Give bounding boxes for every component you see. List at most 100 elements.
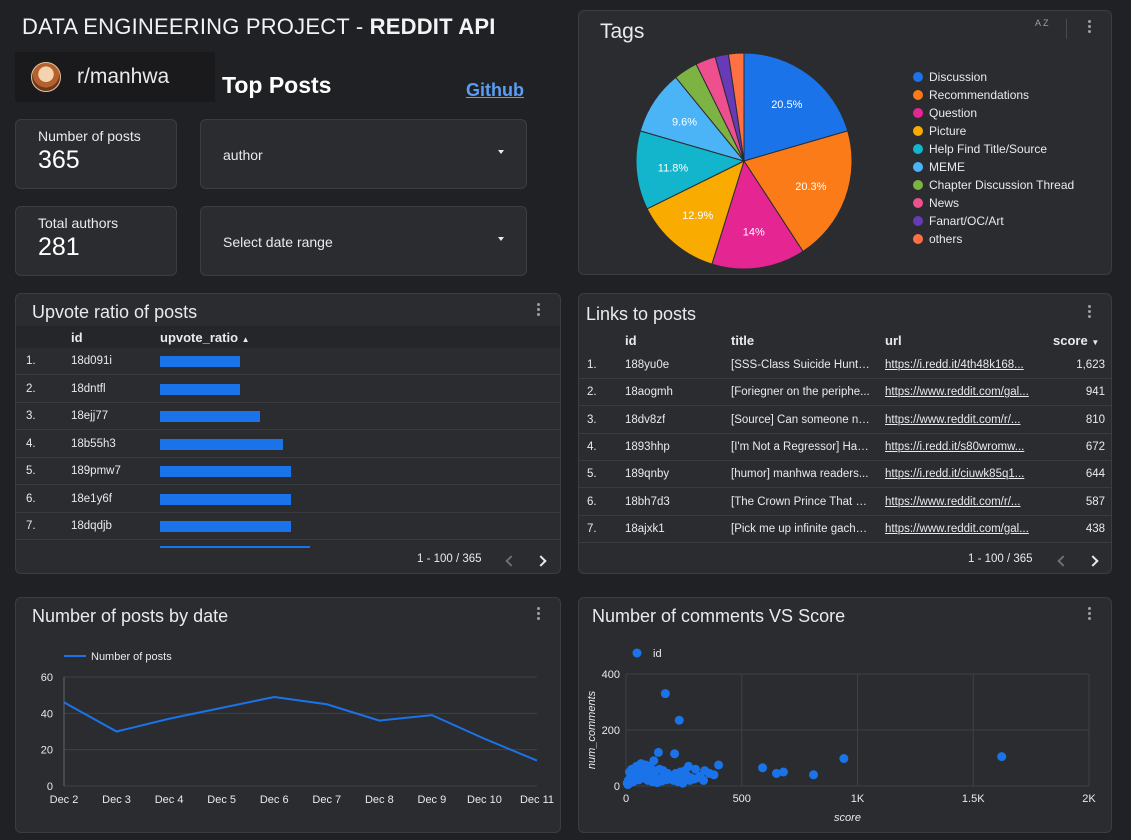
scatter-point: [809, 770, 819, 780]
posts-by-date-chart: 0 20 40 60 Dec 2 Dec 3 Dec 4 Dec 5 Dec 6 Dec 7 Dec…: [41, 651, 554, 806]
links-table-card: Links to posts id title url score ▼ 1. 18…: [578, 293, 1112, 574]
legend-label: Number of posts: [91, 651, 172, 663]
table-row[interactable]: 4. 1893hhp [I'm Not a Regressor] Had... htt…: [579, 434, 1111, 461]
section-title: Top Posts: [222, 72, 332, 98]
row-title: [Foriegner on the periphe...: [731, 386, 870, 399]
prev-page-icon[interactable]: [1057, 555, 1069, 567]
row-url-link[interactable]: https://www.reddit.com/r/...: [885, 496, 1030, 508]
legend-item[interactable]: Question: [913, 106, 977, 120]
row-score: 438: [1085, 522, 1105, 535]
prev-page-icon[interactable]: [505, 555, 517, 567]
upvote-ratio-bar: [160, 438, 283, 450]
row-score: 1,623: [1076, 359, 1105, 371]
y-tick-label: 400: [602, 669, 620, 681]
title-bold: REDDIT API: [369, 14, 496, 39]
x-tick-label: 0: [623, 793, 629, 805]
table-row[interactable]: 3. 18dv8zf [Source] Can someone na... https…: [579, 407, 1111, 434]
legend-item[interactable]: News: [913, 196, 959, 210]
upvote-table-title: Upvote ratio of posts: [32, 302, 198, 322]
row-id: 18b55h3: [71, 437, 116, 450]
table-row[interactable]: 6. 18e1y6f: [16, 486, 560, 513]
table-row[interactable]: 7. 18dqdjb: [16, 513, 560, 540]
kpi-posts-value: 365: [38, 146, 80, 174]
col-url-header[interactable]: url: [885, 333, 902, 348]
col-score-header[interactable]: score ▼: [1053, 333, 1099, 348]
next-page-icon[interactable]: [1087, 555, 1099, 567]
x-tick-label: 2K: [1082, 793, 1096, 805]
row-id: 18dntfl: [71, 382, 106, 395]
col-upvote-ratio-header[interactable]: upvote_ratio ▲: [160, 330, 250, 345]
legend-item[interactable]: Help Find Title/Source: [913, 142, 1047, 156]
scatter-point: [714, 760, 724, 770]
row-title: [Pick me up infinite gacha...: [731, 522, 871, 535]
table-row[interactable]: 5. 189qnby [humor] manhwa readers... https:…: [579, 461, 1111, 489]
y-tick-label: 0: [47, 781, 53, 793]
x-tick-label: Dec 4: [155, 794, 184, 806]
row-title: [The Crown Prince That Se...: [731, 495, 871, 508]
table-row[interactable]: 3. 18ejj77: [16, 403, 560, 430]
table-row[interactable]: 2. 18dntfl: [16, 376, 560, 403]
legend-label: id: [653, 648, 662, 660]
row-id: 18dv8zf: [625, 413, 666, 426]
links-table-body: 1. 188yu0e [SSS-Class Suicide Hunter]... ht…: [579, 352, 1111, 544]
row-url-link[interactable]: https://i.redd.it/s80wromw...: [885, 441, 1030, 453]
table-row[interactable]: 2. 18aogmh [Foriegner on the periphe... htt…: [579, 379, 1111, 407]
col-id-header[interactable]: id: [625, 333, 637, 348]
col-id-header[interactable]: id: [71, 330, 83, 345]
table-row[interactable]: 5. 189pmw7: [16, 458, 560, 485]
legend-item[interactable]: MEME: [913, 160, 965, 174]
legend-dot-icon: [913, 180, 923, 190]
y-tick-label: 0: [614, 781, 620, 793]
tags-menu-icon[interactable]: [1088, 20, 1092, 35]
row-id: 18ejj77: [71, 410, 109, 422]
upvote-table-header: id upvote_ratio ▲: [16, 326, 560, 348]
y-tick-label: 200: [602, 725, 620, 737]
date-range-dropdown[interactable]: Select date range: [200, 206, 527, 276]
date-range-label: Select date range: [223, 234, 333, 250]
row-score: 644: [1085, 468, 1105, 481]
col-title-header[interactable]: title: [731, 333, 754, 348]
row-number: 2.: [587, 386, 597, 399]
legend-item[interactable]: Recommendations: [913, 88, 1029, 102]
table-row[interactable]: 7. 18ajxk1 [Pick me up infinite gacha... ht…: [579, 516, 1111, 543]
row-url-link[interactable]: https://i.redd.it/4th48k168...: [885, 359, 1030, 371]
legend-item[interactable]: Picture: [913, 124, 966, 138]
legend-label: Help Find Title/Source: [929, 142, 1048, 156]
row-url-link[interactable]: https://www.reddit.com/r/...: [885, 414, 1030, 426]
row-title: [Source] Can someone na...: [731, 413, 871, 426]
kpi-authors-value: 281: [38, 233, 80, 261]
legend-item[interactable]: Discussion: [913, 70, 987, 84]
row-id: 188yu0e: [625, 359, 670, 371]
table-row[interactable]: 4. 18b55h3: [16, 431, 560, 458]
row-url-link[interactable]: https://i.redd.it/ciuwk85q1...: [885, 468, 1030, 480]
row-number: 5.: [26, 465, 36, 477]
upvote-table-body: 1. 18d091i 2. 18dntfl 3. 18ejj77 4. 18b55h3 5. 18…: [16, 348, 560, 548]
legend-label: Question: [929, 106, 978, 120]
row-number: 4.: [26, 437, 36, 450]
row-url-link[interactable]: https://www.reddit.com/gal...: [885, 523, 1030, 535]
sort-az-label: A Z: [1035, 18, 1049, 28]
github-link[interactable]: Github: [466, 80, 524, 101]
row-url-link[interactable]: https://www.reddit.com/gal...: [885, 386, 1030, 398]
table-row[interactable]: 6. 18bh7d3 [The Crown Prince That Se... htt…: [579, 489, 1111, 516]
subreddit-avatar: [31, 62, 61, 92]
author-filter-dropdown[interactable]: author: [200, 119, 527, 189]
legend-item[interactable]: others: [913, 232, 962, 246]
pie-data-label: 9.6%: [672, 117, 697, 129]
upvote-ratio-bar: [160, 521, 291, 532]
col-upvote-ratio-label: upvote_ratio: [160, 330, 239, 345]
scatter-point: [839, 754, 849, 764]
upvote-ratio-bar: [160, 466, 291, 477]
sort-az-icon[interactable]: A Z: [1035, 18, 1049, 28]
divider: [1066, 19, 1067, 39]
legend-item[interactable]: Fanart/OC/Art: [913, 214, 1004, 228]
links-menu-icon[interactable]: [1088, 305, 1092, 320]
upvote-menu-icon[interactable]: [537, 303, 541, 318]
next-page-icon[interactable]: [535, 555, 547, 567]
legend-item[interactable]: Chapter Discussion Thread: [913, 178, 1074, 192]
title-prefix: DATA ENGINEERING PROJECT -: [22, 14, 370, 39]
scatter-point: [653, 747, 663, 757]
upvote-table-card: Upvote ratio of posts id upvote_ratio ▲ …: [15, 293, 561, 574]
table-row[interactable]: 1. 18d091i: [16, 348, 560, 375]
table-row[interactable]: 1. 188yu0e [SSS-Class Suicide Hunter]... ht…: [579, 352, 1111, 379]
